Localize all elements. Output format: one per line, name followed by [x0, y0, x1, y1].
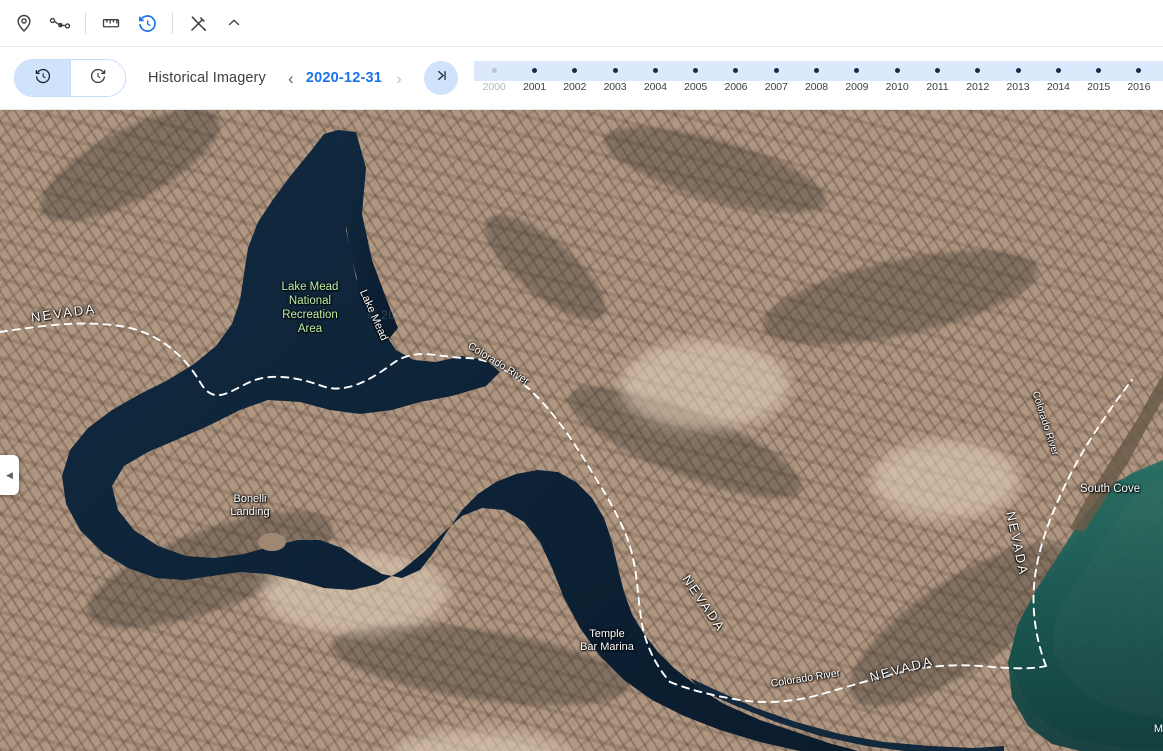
path-polyline-button[interactable]	[42, 5, 78, 41]
timeline-year-2016[interactable]: 2016	[1119, 55, 1159, 101]
chevron-up-icon	[225, 14, 243, 32]
timeline-year-2004[interactable]: 2004	[635, 55, 675, 101]
timeline-year-2001[interactable]: 2001	[514, 55, 554, 101]
timeline-year-2012[interactable]: 2012	[958, 55, 998, 101]
timeline-dot[interactable]	[814, 68, 820, 73]
timeline-year-2007[interactable]: 2007	[756, 55, 796, 101]
top-toolbar	[0, 0, 1163, 47]
timeline-year-2014[interactable]: 2014	[1038, 55, 1078, 101]
previous-date-button[interactable]: ‹	[278, 63, 304, 93]
timeline-year-label: 2003	[603, 81, 627, 93]
toolbar-divider-1	[85, 12, 86, 34]
year-timeline[interactable]: 2000 2001 2002 2003 2004 2005 2006 2007 2008 2009…	[474, 55, 1163, 101]
timeline-year-label: 2004	[643, 81, 667, 93]
current-date-value[interactable]: 2020-12-31	[306, 70, 382, 86]
place-marker-button[interactable]	[6, 5, 42, 41]
ruler-measure-button[interactable]	[93, 5, 129, 41]
timeline-year-label: 2013	[1006, 81, 1030, 93]
skip-to-latest-button[interactable]	[424, 61, 459, 95]
timeline-dot[interactable]	[854, 68, 860, 73]
history-rewind-icon	[34, 67, 52, 90]
timeline-year-label: 2005	[684, 81, 708, 93]
timeline-year-2000[interactable]: 2000	[474, 55, 514, 101]
timeline-dot[interactable]	[934, 68, 940, 73]
timeline-year-label: 2014	[1046, 81, 1070, 93]
timeline-year-2006[interactable]: 2006	[716, 55, 756, 101]
timeline-dot[interactable]	[894, 68, 900, 73]
imagery-mode-toggle[interactable]	[14, 59, 126, 97]
timeline-year-2011[interactable]: 2011	[917, 55, 957, 101]
mode-animate-button[interactable]	[70, 60, 125, 96]
satellite-map[interactable]: Lake Mead National Recreation Area Lake …	[0, 110, 1163, 751]
timeline-year-label: 2012	[966, 81, 990, 93]
skip-forward-icon	[434, 68, 449, 88]
timeline-year-2005[interactable]: 2005	[676, 55, 716, 101]
timeline-year-label: 2000	[482, 81, 506, 93]
timeline-year-2009[interactable]: 2009	[837, 55, 877, 101]
timeline-dot[interactable]	[612, 68, 618, 73]
place-marker-icon	[14, 13, 34, 33]
tools-button[interactable]	[180, 5, 216, 41]
timeline-year-2008[interactable]: 2008	[796, 55, 836, 101]
path-polyline-icon	[49, 13, 71, 33]
timeline-dot[interactable]	[975, 68, 981, 73]
timeline-dot[interactable]	[572, 68, 578, 73]
timeline-dot[interactable]	[1096, 68, 1102, 73]
map-canvas[interactable]: Lake Mead National Recreation Area Lake …	[0, 110, 1163, 751]
timeline-dot[interactable]	[531, 68, 537, 73]
timeline-year-label: 2002	[563, 81, 587, 93]
timeline-dot[interactable]	[491, 68, 497, 73]
timeline-year-label: 2007	[764, 81, 788, 93]
timeline-dot[interactable]	[773, 68, 779, 73]
timeline-dot[interactable]	[1055, 68, 1061, 73]
mode-history-button[interactable]	[15, 60, 70, 96]
timeline-year-label: 2015	[1087, 81, 1111, 93]
timeline-dot[interactable]	[652, 68, 658, 73]
timeline-year-label: 2016	[1127, 81, 1151, 93]
tools-icon	[188, 13, 209, 34]
timeline-year-label: 2001	[522, 81, 546, 93]
lake-and-boundary-layer	[0, 130, 1163, 751]
next-date-button[interactable]: ›	[386, 63, 412, 93]
chevron-left-icon: ◀	[6, 469, 13, 480]
timeline-year-label: 2009	[845, 81, 869, 93]
lake-island	[258, 533, 286, 551]
timeline-year-label: 2010	[885, 81, 909, 93]
timeline-year-2003[interactable]: 2003	[595, 55, 635, 101]
historical-imagery-bar: Historical Imagery ‹ 2020-12-31 › 2000 20…	[0, 47, 1163, 109]
timeline-year-2015[interactable]: 2015	[1078, 55, 1118, 101]
sidebar-collapse-tab[interactable]: ◀	[0, 455, 19, 495]
timeline-year-2010[interactable]: 2010	[877, 55, 917, 101]
timeline-dot[interactable]	[733, 68, 739, 73]
lake-mead-main	[62, 130, 858, 751]
historical-imagery-title: Historical Imagery	[148, 70, 266, 86]
timeline-year-list: 2000 2001 2002 2003 2004 2005 2006 2007 2008 2009…	[474, 55, 1163, 101]
historical-imagery-icon	[137, 13, 158, 34]
timeline-dot[interactable]	[1015, 68, 1021, 73]
timeline-year-2017[interactable]: 2017	[1159, 55, 1163, 101]
timeline-year-label: 2008	[805, 81, 829, 93]
historical-imagery-button[interactable]	[129, 5, 165, 41]
timeline-dot[interactable]	[693, 68, 699, 73]
timeline-year-label: 2011	[926, 81, 949, 93]
clock-refresh-icon	[89, 67, 107, 90]
toolbar-divider-2	[172, 12, 173, 34]
timeline-dot[interactable]	[1136, 68, 1142, 73]
collapse-toolbar-button[interactable]	[216, 5, 252, 41]
timeline-year-2013[interactable]: 2013	[998, 55, 1038, 101]
ruler-measure-icon	[100, 13, 122, 33]
timeline-year-label: 2006	[724, 81, 748, 93]
timeline-year-2002[interactable]: 2002	[555, 55, 595, 101]
